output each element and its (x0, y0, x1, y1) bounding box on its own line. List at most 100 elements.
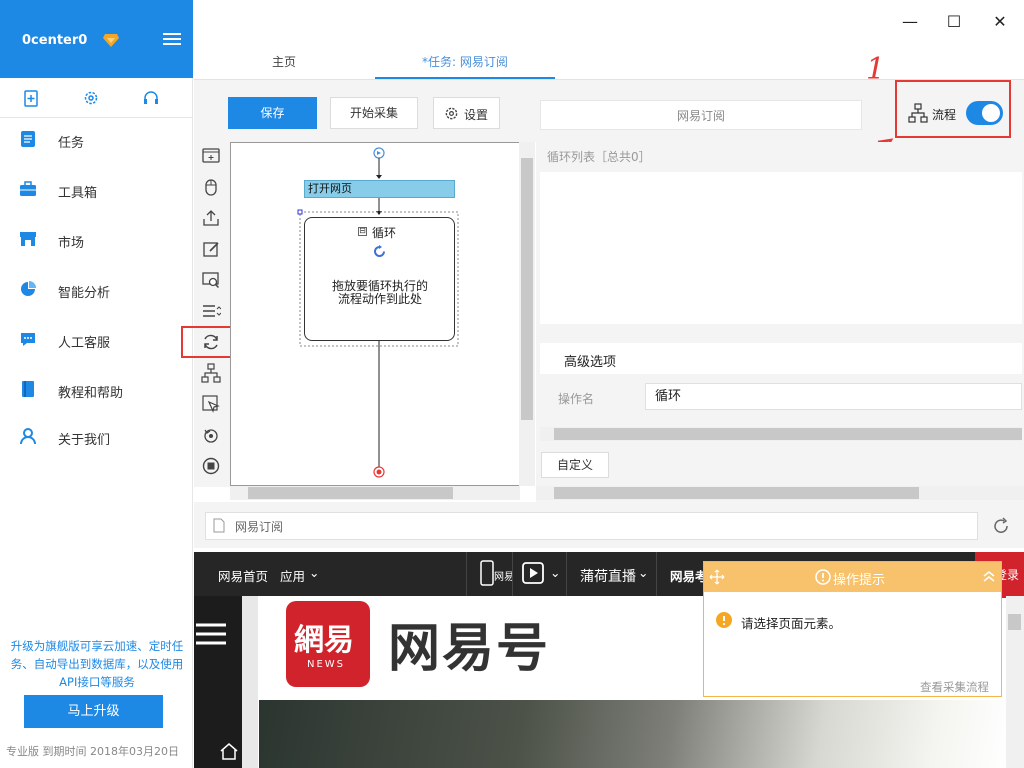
settings-button[interactable]: 设置 (433, 97, 500, 129)
popup-title: 操作提示 (833, 573, 886, 588)
toolbox-icon (20, 181, 36, 196)
book-icon (22, 381, 34, 397)
condition-branch-tool-icon[interactable] (201, 363, 221, 383)
loop-list-title: 循环列表［总共0］ (547, 150, 651, 164)
sidebar-item-label: 人工客服 (58, 336, 111, 351)
video-play-icon[interactable] (522, 562, 546, 584)
home-icon[interactable] (219, 741, 239, 761)
chevron-down-icon: ⌄ (550, 565, 561, 580)
close-button[interactable]: ✕ (990, 12, 1010, 32)
sidebar-item-analysis[interactable]: 智能分析 (0, 265, 193, 315)
info-icon (815, 569, 831, 585)
refresh-icon[interactable] (992, 517, 1010, 535)
mobile-phone-icon[interactable] (480, 560, 494, 586)
switch-dropdown-tool-icon[interactable] (201, 301, 221, 321)
operation-name-label: 操作名 (558, 392, 595, 406)
sidebar-item-label: 工具箱 (58, 186, 98, 201)
move-handle-icon[interactable] (709, 569, 725, 585)
loop-refresh-icon (374, 245, 385, 257)
task-icon (21, 131, 35, 147)
sidebar-item-label: 智能分析 (58, 286, 111, 301)
license-expiry-text: 专业版 到期时间 2018年03月20日 (6, 745, 179, 758)
flow-node-open-page[interactable]: 打开网页 (304, 180, 455, 198)
view-flow-link[interactable]: 查看采集流程 (920, 679, 989, 695)
click-tool-icon[interactable] (201, 177, 221, 197)
page-icon (213, 518, 225, 533)
nav-divider (566, 552, 567, 596)
canvas-horizontal-scrollbar[interactable] (230, 486, 520, 500)
vip-diamond-icon[interactable] (103, 33, 119, 47)
sidebar-item-label: 任务 (58, 136, 85, 151)
url-input[interactable] (205, 512, 978, 540)
loop-collapse-icon[interactable]: ⊟ (358, 227, 367, 236)
nav-divider (512, 552, 513, 596)
username[interactable]: 0center0 (22, 33, 87, 48)
market-icon (20, 232, 36, 246)
sidebar-item-help[interactable]: 教程和帮助 (0, 365, 193, 415)
flow-label: 流程 (932, 108, 957, 122)
mouse-hover-tool-icon[interactable] (201, 394, 221, 414)
recognize-captcha-tool-icon[interactable] (201, 270, 221, 290)
sidebar-item-about[interactable]: 关于我们 (0, 412, 193, 462)
new-task-icon[interactable] (22, 89, 40, 107)
annotation-number-1: 1 (866, 52, 886, 87)
pie-chart-icon (21, 281, 36, 296)
advanced-options-title: 高级选项 (564, 355, 617, 370)
chevron-down-icon: ⌄ (638, 565, 649, 580)
maximize-button[interactable]: ☐ (944, 12, 964, 32)
settings-gear-icon[interactable] (82, 89, 100, 107)
nav-divider (466, 552, 467, 596)
hamburger-menu-icon[interactable] (163, 33, 181, 47)
tab-home[interactable]: 主页 (272, 53, 296, 70)
netease-hao-brand: 网易号 (388, 619, 551, 679)
flow-toggle-switch[interactable] (966, 101, 1003, 125)
open-page-tool-icon[interactable] (201, 146, 221, 166)
sidebar-item-toolbox[interactable]: 工具箱 (0, 165, 193, 215)
panel-bottom-scrollbar[interactable] (536, 486, 1024, 500)
chevron-down-icon: ⌄ (309, 565, 320, 580)
chat-icon (21, 333, 35, 346)
web-nav-netease-app[interactable]: 网易 (494, 568, 514, 583)
web-nav-kaola[interactable]: 网易考 (670, 566, 708, 585)
start-collect-button[interactable]: 开始采集 (330, 97, 418, 129)
warning-icon (716, 612, 732, 628)
tab-task[interactable]: *任务: 网易订阅 (422, 53, 508, 70)
sidebar-item-label: 教程和帮助 (58, 386, 124, 401)
popup-message: 请选择页面元素。 (741, 616, 842, 631)
input-text-tool-icon[interactable] (201, 239, 221, 259)
web-scroll-thumb[interactable] (1008, 614, 1021, 630)
properties-horizontal-scrollbar[interactable] (540, 427, 1022, 441)
web-inner-scrollbar[interactable] (242, 596, 258, 768)
end-process-tool-icon[interactable] (201, 456, 221, 476)
loop-drop-hint: 拖放要循环执行的流程动作到此处 (331, 279, 428, 306)
headset-icon[interactable] (142, 89, 160, 107)
flowchart-icon (908, 103, 928, 123)
extract-data-tool-icon[interactable] (201, 208, 221, 228)
web-nav-home[interactable]: 网易首页 (218, 566, 268, 585)
web-hero-image[interactable] (259, 700, 1006, 768)
collapse-up-icon[interactable] (982, 569, 996, 583)
loop-list[interactable] (540, 172, 1022, 324)
url-text: 网易订阅 (235, 520, 284, 534)
upgrade-promo-text: 升级为旗舰版可享云加速、定时任务、自动导出到数据库，以及使用API接口等服务 (10, 639, 184, 689)
sidebar-item-support[interactable]: 人工客服 (0, 315, 193, 365)
task-name-input[interactable]: 网易订阅 (540, 100, 862, 130)
upgrade-button[interactable]: 马上升级 (24, 695, 163, 728)
settings-label: 设置 (464, 108, 489, 122)
sidebar-item-label: 关于我们 (58, 433, 111, 448)
nav-divider (656, 552, 657, 596)
hamburger-menu-icon[interactable] (196, 622, 226, 648)
web-nav-live[interactable]: 蒲荷直播 (580, 566, 636, 586)
logo-subtext: NEWS (307, 659, 346, 670)
sidebar-item-label: 市场 (58, 236, 85, 251)
sidebar-item-market[interactable]: 市场 (0, 215, 193, 265)
web-nav-apps[interactable]: 应用 (280, 566, 305, 585)
save-button[interactable]: 保存 (228, 97, 317, 129)
sidebar-item-task[interactable]: 任务 (0, 115, 193, 165)
cycle-flow-tool-icon[interactable] (201, 425, 221, 445)
operation-name-input[interactable]: 循环 (645, 383, 1022, 410)
canvas-vertical-scrollbar[interactable] (519, 142, 535, 486)
loop-node-title: 循环 (372, 226, 397, 240)
custom-button[interactable]: 自定义 (541, 452, 609, 478)
minimize-button[interactable]: — (900, 12, 920, 32)
